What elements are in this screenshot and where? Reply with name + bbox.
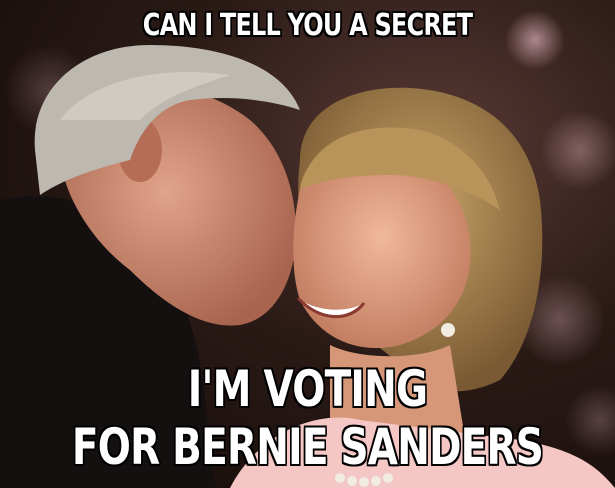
- pearl-earring: [441, 323, 455, 337]
- top-caption: CAN I TELL YOU A SECRET: [142, 8, 473, 43]
- meme-image: CAN I TELL YOU A SECRET I'M VOTING FOR B…: [0, 0, 615, 488]
- bottom-caption: I'M VOTING FOR BERNIE SANDERS: [68, 360, 548, 476]
- bottom-caption-line-1: I'M VOTING: [187, 360, 428, 418]
- bottom-caption-line-2: FOR BERNIE SANDERS: [71, 418, 544, 476]
